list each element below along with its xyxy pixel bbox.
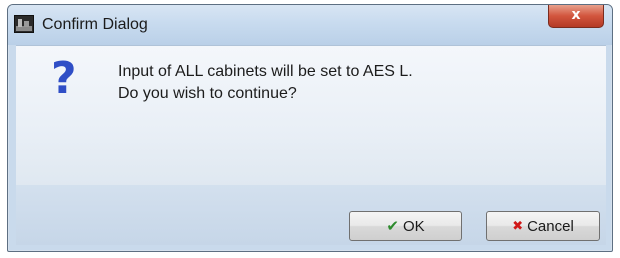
ok-button[interactable]: ✔ OK	[349, 211, 462, 241]
close-button[interactable]: x	[548, 5, 604, 28]
close-icon: x	[571, 7, 581, 23]
cancel-button[interactable]: ✖ Cancel	[486, 211, 600, 241]
question-icon: ?	[51, 53, 77, 104]
dialog-message: Input of ALL cabinets will be set to AES…	[118, 61, 413, 105]
title-bar[interactable]: Confirm Dialog x	[8, 5, 612, 45]
app-window-icon[interactable]	[14, 15, 34, 33]
check-icon: ✔	[386, 217, 399, 235]
ok-button-label: OK	[402, 217, 425, 235]
x-icon: ✖	[512, 218, 524, 234]
cancel-button-label: Cancel	[527, 217, 574, 235]
message-line-2: Do you wish to continue?	[118, 85, 297, 102]
window-title: Confirm Dialog	[42, 16, 148, 33]
message-line-1: Input of ALL cabinets will be set to AES…	[118, 63, 413, 80]
confirm-dialog-window: Confirm Dialog x ? Input of ALL cabinets…	[7, 4, 613, 252]
